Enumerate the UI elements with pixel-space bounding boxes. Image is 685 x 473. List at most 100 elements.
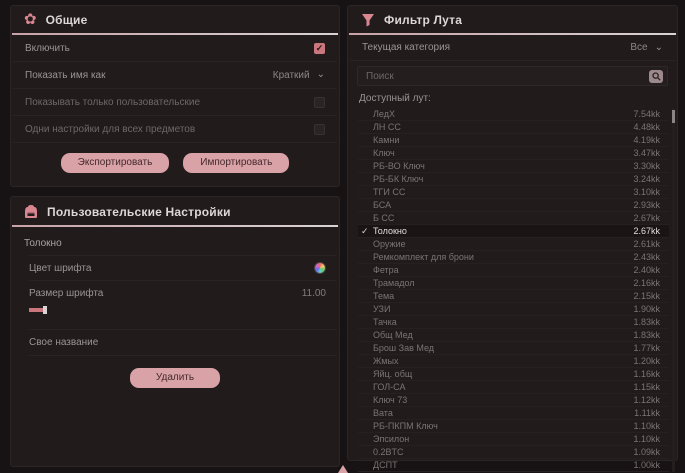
loot-list-item[interactable]: ✓ Тачка 1.83kk xyxy=(358,316,669,329)
font-size-label: Размер шрифта xyxy=(29,288,103,299)
loot-list-item[interactable]: ✓ Яйц. общ 1.16kk xyxy=(358,368,669,381)
loot-item-name: ЛН СС xyxy=(373,122,401,132)
only-custom-label: Показывать только пользовательские xyxy=(25,97,200,108)
font-color-label: Цвет шрифта xyxy=(29,263,91,274)
loot-item-name: УЗИ xyxy=(373,304,390,314)
loot-list-item[interactable]: ✓ Жмых 1.20kk xyxy=(358,355,669,368)
loot-item-name: РБ-БК Ключ xyxy=(373,174,423,184)
loot-list-item[interactable]: ✓ Фетра 2.40kk xyxy=(358,264,669,277)
loot-list-item[interactable]: ✓ Брош Зав Мед 1.77kk xyxy=(358,342,669,355)
only-custom-checkbox[interactable] xyxy=(314,97,325,108)
loot-list-item[interactable]: ✓ ГОЛ-СА 1.15kk xyxy=(358,381,669,394)
loot-list-item[interactable]: ✓ УЗИ 1.90kk xyxy=(358,303,669,316)
loot-item-value: 2.43kk xyxy=(633,252,660,262)
loot-item-name: Эпсилон xyxy=(373,434,409,444)
loot-item-name: Яйц. общ xyxy=(373,369,412,379)
name-mode-label: Показать имя как xyxy=(25,70,105,81)
loot-list-item[interactable]: ✓ Ремкомплект для брони 2.43kk xyxy=(358,251,669,264)
general-panel: ✿ Общие Включить ✓ Показать имя как Крат… xyxy=(10,5,340,187)
search-icon[interactable] xyxy=(649,70,663,83)
loot-item-value: 1.20kk xyxy=(633,356,660,366)
loot-list-item[interactable]: ✓ ТГИ СС 3.10kk xyxy=(358,186,669,199)
user-settings-panel: Пользовательские Настройки Толокно Цвет … xyxy=(10,196,340,467)
export-button[interactable]: Экспортировать xyxy=(61,153,170,173)
loot-item-value: 1.10kk xyxy=(633,434,660,444)
loot-filter-header: Фильтр Лута xyxy=(348,6,677,33)
loot-item-value: 7.54kk xyxy=(633,109,660,119)
funnel-icon xyxy=(361,13,375,27)
loot-item-name: Вата xyxy=(373,408,393,418)
loot-item-value: 1.83kk xyxy=(633,317,660,327)
custom-name-row: Свое название xyxy=(29,329,337,356)
loot-list-item[interactable]: ✓ БСА 2.93kk xyxy=(358,199,669,212)
loot-list-item[interactable]: ✓ 0.2BTC 1.09kk xyxy=(358,446,669,459)
same-settings-checkbox[interactable] xyxy=(314,124,325,135)
loot-item-value: 2.67kk xyxy=(633,213,660,223)
loot-item-name: РБ-ВО Ключ xyxy=(373,161,425,171)
loot-list-item[interactable]: ✓ Вата 1.11kk xyxy=(358,407,669,420)
color-picker-icon[interactable] xyxy=(314,262,326,274)
chevron-down-icon: ⌄ xyxy=(317,71,325,79)
loot-list-scrollbar[interactable] xyxy=(672,108,675,472)
loot-list-item[interactable]: ✓ Оружие 2.61kk xyxy=(358,238,669,251)
loot-list-item[interactable]: ✓ ЛН СС 4.48kk xyxy=(358,121,669,134)
loot-item-value: 4.19kk xyxy=(633,135,660,145)
custom-name-input[interactable] xyxy=(108,337,326,348)
font-size-slider-row xyxy=(29,305,339,321)
loot-item-value: 1.09kk xyxy=(633,447,660,457)
loot-item-name: Брош Зав Мед xyxy=(373,343,434,353)
setting-row-same-settings: Одни настройки для всех предметов xyxy=(13,116,337,143)
category-dropdown[interactable]: Все ⌄ xyxy=(630,42,663,53)
name-mode-value: Краткий xyxy=(273,70,310,81)
loot-list-item[interactable]: ✓ РБ-ПКПМ Ключ 1.10kk xyxy=(358,420,669,433)
loot-item-name: Тема xyxy=(373,291,394,301)
loot-list-item[interactable]: ✓ ЛедХ 7.54kk xyxy=(358,108,669,121)
loot-list-item[interactable]: ✓ Толокно 2.67kk xyxy=(358,225,669,238)
loot-item-value: 1.90kk xyxy=(633,304,660,314)
loot-item-name: БСА xyxy=(373,200,391,210)
flower-gear-icon: ✿ xyxy=(24,13,37,27)
loot-item-name: ТГИ СС xyxy=(373,187,405,197)
font-size-slider[interactable] xyxy=(29,308,328,312)
scrollbar-thumb[interactable] xyxy=(672,110,675,123)
setting-row-enable: Включить ✓ xyxy=(13,35,337,62)
loot-list-item[interactable]: ✓ Трамадол 2.16kk xyxy=(358,277,669,290)
general-panel-title: Общие xyxy=(46,13,88,27)
delete-button[interactable]: Удалить xyxy=(130,368,220,388)
loot-item-value: 2.40kk xyxy=(633,265,660,275)
enable-checkbox[interactable]: ✓ xyxy=(314,43,325,54)
loot-filter-panel: Фильтр Лута Текущая категория Все ⌄ xyxy=(347,5,678,461)
loot-item-value: 4.48kk xyxy=(633,122,660,132)
right-column: Фильтр Лута Текущая категория Все ⌄ xyxy=(347,5,678,467)
loot-list-item[interactable]: ✓ Б СС 2.67kk xyxy=(358,212,669,225)
font-size-value: 11.00 xyxy=(302,288,326,299)
loot-list-item[interactable]: ✓ ДСПТ 1.00kk xyxy=(358,459,669,472)
name-mode-dropdown[interactable]: Краткий ⌄ xyxy=(273,70,325,81)
import-button[interactable]: Импортировать xyxy=(183,153,289,173)
loot-item-name: Оружие xyxy=(373,239,406,249)
loot-item-name: 0.2BTC xyxy=(373,447,404,457)
chevron-down-icon: ⌄ xyxy=(655,44,663,52)
app-window: ✿ Общие Включить ✓ Показать имя как Крат… xyxy=(0,0,685,473)
loot-list-item[interactable]: ✓ Эпсилон 1.10kk xyxy=(358,433,669,446)
window-resize-handle-icon[interactable] xyxy=(338,465,348,473)
loot-item-name: ЛедХ xyxy=(373,109,395,119)
same-settings-label: Одни настройки для всех предметов xyxy=(25,124,195,135)
loot-list-item[interactable]: ✓ Ключ 3.47kk xyxy=(358,147,669,160)
loot-list-item[interactable]: ✓ Камни 4.19kk xyxy=(358,134,669,147)
setting-row-name-mode: Показать имя как Краткий ⌄ xyxy=(13,62,337,89)
loot-item-name: Ключ xyxy=(373,148,395,158)
search-input[interactable] xyxy=(366,71,649,82)
loot-list-item[interactable]: ✓ Ключ 73 1.12kk xyxy=(358,394,669,407)
category-value: Все xyxy=(630,42,647,53)
loot-list-item[interactable]: ✓ РБ-ВО Ключ 3.30kk xyxy=(358,160,669,173)
loot-item-name: Тачка xyxy=(373,317,397,327)
loot-item-value: 3.30kk xyxy=(633,161,660,171)
loot-list-item[interactable]: ✓ Тема 2.15kk xyxy=(358,290,669,303)
loot-list-item[interactable]: ✓ РБ-БК Ключ 3.24kk xyxy=(358,173,669,186)
loot-item-name: ДСПТ xyxy=(373,460,398,470)
slider-handle[interactable] xyxy=(43,306,47,314)
loot-item-value: 2.16kk xyxy=(633,278,660,288)
loot-item-value: 1.16kk xyxy=(633,369,660,379)
loot-list-item[interactable]: ✓ Общ Мед 1.83kk xyxy=(358,329,669,342)
